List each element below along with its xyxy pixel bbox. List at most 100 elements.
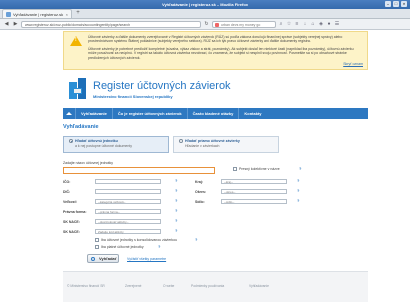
- footer-link-3[interactable]: O webe: [163, 284, 174, 288]
- radio-entity[interactable]: [69, 139, 73, 144]
- search-button-label: Vyhľadať: [99, 256, 117, 262]
- menu-item-search[interactable]: Vyhľadávanie: [75, 108, 112, 120]
- search-icon[interactable]: ⌕: [278, 21, 284, 27]
- register-logo-icon[interactable]: [69, 78, 88, 100]
- sk-nace-help-icon[interactable]: ?: [175, 218, 177, 223]
- okres-help-icon[interactable]: ?: [297, 188, 299, 193]
- search-bar-text: urban devs my money go: [221, 22, 261, 27]
- menu-item-faq[interactable]: Často kladené otázky: [186, 108, 239, 120]
- sk-nace-label: SK NACE:: [63, 220, 80, 225]
- hide-notice-link[interactable]: Skryť oznam: [88, 62, 363, 66]
- okres-select-value: --okres--: [224, 190, 236, 195]
- home-menu-icon[interactable]: [63, 108, 75, 119]
- footer-link-2[interactable]: Zverejnené: [125, 284, 142, 288]
- name-input[interactable]: [63, 167, 215, 175]
- maximize-button[interactable]: □: [393, 1, 399, 7]
- site-subtitle: Ministerstvo financií Slovenskej republi…: [93, 94, 173, 100]
- site-title[interactable]: Register účtovných závierok: [93, 80, 231, 92]
- page-content: Účtovné závierky a ďalšie dokumenty zver…: [0, 31, 410, 302]
- close-tab-icon[interactable]: ×: [66, 12, 68, 17]
- size-select-value: --kategória veľkosti--: [98, 200, 126, 205]
- sidlo-help-icon[interactable]: ?: [297, 198, 299, 203]
- bookmark-star-icon[interactable]: ☆: [286, 21, 292, 27]
- reload-icon[interactable]: ↻: [203, 21, 210, 28]
- download-icon[interactable]: ↓: [302, 21, 308, 27]
- back-icon[interactable]: ◀: [3, 21, 10, 28]
- tab-strip: Vyhľadávanie | registeruz.sk × +: [0, 9, 410, 19]
- dic-help-icon[interactable]: ?: [175, 188, 177, 193]
- window-title-bar: Vyhľadávanie | registeruz.sk – Mozilla F…: [0, 0, 410, 9]
- bookmarks-icon[interactable]: ≡: [294, 21, 300, 27]
- exact-match-checkbox[interactable]: [233, 167, 237, 172]
- mode-entity-desc: a k nej postupne účtovné dokumenty: [75, 144, 133, 149]
- browser-tab[interactable]: Vyhľadávanie | registeruz.sk ×: [2, 9, 72, 18]
- sidlo-select[interactable]: --sídlo--: [221, 199, 287, 205]
- warning-icon: [70, 36, 82, 46]
- window-controls: – □ ×: [385, 1, 407, 7]
- kraj-select-value: --kraj--: [224, 180, 233, 185]
- site-footer: © Ministerstvo financií SR Zverejnené O …: [63, 271, 368, 302]
- menu-item-about[interactable]: Čo je register účtovných závierok: [111, 108, 187, 120]
- page-title: Vyhľadávanie: [63, 124, 99, 131]
- search-bar[interactable]: urban devs my money go: [212, 20, 276, 28]
- legal-form-select[interactable]: --právna forma--: [95, 209, 161, 215]
- site-header: Register účtovných závierok Ministerstvo…: [63, 70, 368, 108]
- mode-statements[interactable]: Hľadať priamo účtovné závierky Hľadanie …: [173, 136, 279, 154]
- sk-nace-code-help-icon[interactable]: ?: [175, 228, 177, 233]
- shield-icon[interactable]: ◈: [318, 21, 324, 27]
- consolidated-label: Iba účtovné jednotky s konsolidovanou zá…: [101, 238, 178, 243]
- mode-statements-desc: Hľadanie v závierkach: [185, 144, 220, 149]
- dic-input[interactable]: [95, 189, 161, 195]
- notice-paragraph-2: Účtovné závierky je potrebné predložiť k…: [88, 46, 354, 60]
- exact-help-icon[interactable]: ?: [299, 166, 301, 171]
- ico-input[interactable]: [95, 179, 161, 185]
- legal-form-help-icon[interactable]: ?: [175, 208, 177, 213]
- new-tab-button[interactable]: +: [74, 9, 82, 17]
- minimize-button[interactable]: –: [385, 1, 391, 7]
- legal-form-label: Právna forma:: [63, 210, 87, 215]
- tab-title: Vyhľadávanie | registeruz.sk: [13, 11, 64, 17]
- kraj-help-icon[interactable]: ?: [297, 178, 299, 183]
- notice-paragraph-1: Účtovné závierky a ďalšie dokumenty zver…: [88, 35, 343, 44]
- footer-link-5[interactable]: Vyhľadávanie: [249, 284, 269, 288]
- valid-only-help-icon[interactable]: ?: [158, 244, 160, 249]
- footer-link-4[interactable]: Podmienky používania: [191, 284, 224, 288]
- footer-link-1[interactable]: © Ministerstvo financií SR: [67, 284, 105, 288]
- radio-statements[interactable]: [179, 139, 183, 144]
- search-mode-selector: Hľadať účtovnú jednotku a k nej postupne…: [63, 136, 368, 154]
- sk-nace-code-input[interactable]: Zadajte kód aktivity: [95, 229, 161, 235]
- main-menu: Vyhľadávanie Čo je register účtovných zá…: [63, 108, 368, 120]
- ico-label: IČO:: [63, 180, 71, 185]
- mode-entity[interactable]: Hľadať účtovnú jednotku a k nej postupne…: [63, 136, 169, 154]
- home-icon[interactable]: ⌂: [310, 21, 316, 27]
- size-help-icon[interactable]: ?: [175, 198, 177, 203]
- menu-icon[interactable]: ☰: [334, 21, 340, 27]
- valid-only-checkbox[interactable]: [95, 245, 99, 250]
- sidlo-label: Sídlo:: [195, 200, 205, 205]
- sk-nace-select-value: --skontrolovať aktivity--: [98, 220, 129, 225]
- forward-icon[interactable]: ▶: [12, 21, 19, 28]
- mode-statements-label: Hľadať priamo účtovné závierky: [185, 139, 240, 144]
- close-window-button[interactable]: ×: [401, 1, 407, 7]
- name-label: Zadajte názov účtovnej jednotky: [63, 161, 114, 166]
- sk-nace-select[interactable]: --skontrolovať aktivity--: [95, 219, 161, 225]
- mode-entity-label: Hľadať účtovnú jednotku: [75, 139, 118, 144]
- size-select[interactable]: --kategória veľkosti--: [95, 199, 161, 205]
- valid-only-label: Iba platné účtovné jednotky: [101, 245, 144, 250]
- okres-label: Okres:: [195, 190, 207, 195]
- consolidated-help-icon[interactable]: ?: [195, 237, 197, 242]
- sidlo-select-value: --sídlo--: [224, 200, 235, 205]
- menu-item-contacts[interactable]: Kontakty: [238, 108, 266, 120]
- search-button[interactable]: Vyhľadať: [87, 254, 119, 264]
- url-bar[interactable]: www.registeruz.sk/cruz-public/domain/acc…: [21, 20, 201, 28]
- okres-select[interactable]: --okres--: [221, 189, 287, 195]
- kraj-select[interactable]: --kraj--: [221, 179, 287, 185]
- window-title: Vyhľadávanie | registeruz.sk – Mozilla F…: [161, 2, 249, 7]
- addon-icon[interactable]: ●: [326, 21, 332, 27]
- consolidated-checkbox[interactable]: [95, 238, 99, 243]
- ico-help-icon[interactable]: ?: [175, 178, 177, 183]
- size-label: Veľkosť:: [63, 200, 78, 205]
- legal-form-select-value: --právna forma--: [98, 210, 120, 215]
- sk-nace2-label: SK NACE:: [63, 230, 80, 235]
- clear-params-link[interactable]: Vyčistiť všetky parametre: [127, 257, 166, 261]
